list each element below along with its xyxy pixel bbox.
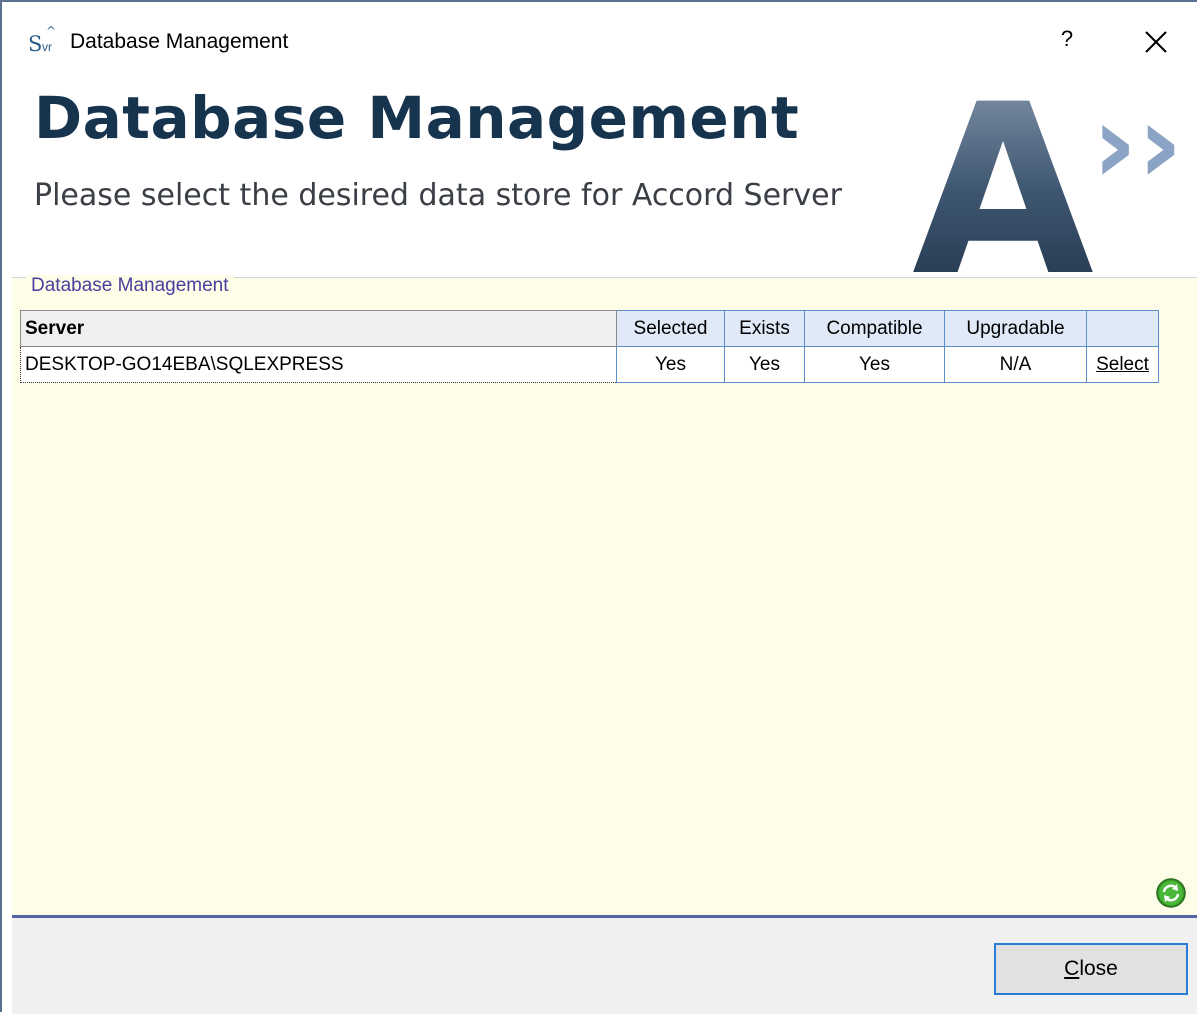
close-button[interactable]: Close xyxy=(994,943,1188,995)
close-button-label: lose xyxy=(1079,957,1118,980)
window-title: Database Management xyxy=(70,30,289,53)
refresh-icon xyxy=(1156,878,1186,908)
select-link[interactable]: Select xyxy=(1086,346,1159,383)
upgradable-cell: N/A xyxy=(944,346,1087,383)
logo-letter: A xyxy=(912,82,1094,282)
selected-cell: Yes xyxy=(616,346,725,383)
database-management-group: Database Management Server Selected Exis… xyxy=(12,275,1197,917)
exists-cell: Yes xyxy=(724,346,805,383)
column-header-exists[interactable]: Exists xyxy=(724,310,805,347)
refresh-button[interactable] xyxy=(1155,877,1187,909)
close-button-accelerator: C xyxy=(1064,957,1080,980)
server-cell[interactable]: DESKTOP-GO14EBA\SQLEXPRESS xyxy=(20,346,617,383)
grid-header-row: Server Selected Exists Compatible Upgrad… xyxy=(20,310,1159,347)
column-header-action xyxy=(1086,310,1159,347)
title-bar: ^ S vr Database Management ? xyxy=(2,12,1197,60)
app-icon-s: S xyxy=(28,32,43,56)
help-button[interactable]: ? xyxy=(1052,26,1082,56)
column-header-selected[interactable]: Selected xyxy=(616,310,725,347)
window-close-button[interactable] xyxy=(1138,24,1174,60)
column-header-compatible[interactable]: Compatible xyxy=(804,310,945,347)
app-icon-caret: ^ xyxy=(46,24,57,38)
column-header-upgradable[interactable]: Upgradable xyxy=(944,310,1087,347)
app-icon-vr: vr xyxy=(42,40,52,54)
accord-logo: A ›› xyxy=(912,82,1183,282)
database-management-window: ^ S vr Database Management ? Database Ma… xyxy=(0,0,1197,1014)
logo-chevrons: ›› xyxy=(1092,82,1183,208)
page-subheading: Please select the desired data store for… xyxy=(34,178,842,213)
page-heading: Database Management xyxy=(34,84,800,152)
close-icon xyxy=(1145,31,1167,53)
column-header-server[interactable]: Server xyxy=(20,310,617,347)
database-grid: Server Selected Exists Compatible Upgrad… xyxy=(20,310,1159,383)
compatible-cell: Yes xyxy=(804,346,945,383)
app-icon: ^ S vr xyxy=(26,24,62,58)
table-row[interactable]: DESKTOP-GO14EBA\SQLEXPRESS Yes Yes Yes N… xyxy=(20,346,1159,383)
group-label: Database Management xyxy=(26,275,234,297)
